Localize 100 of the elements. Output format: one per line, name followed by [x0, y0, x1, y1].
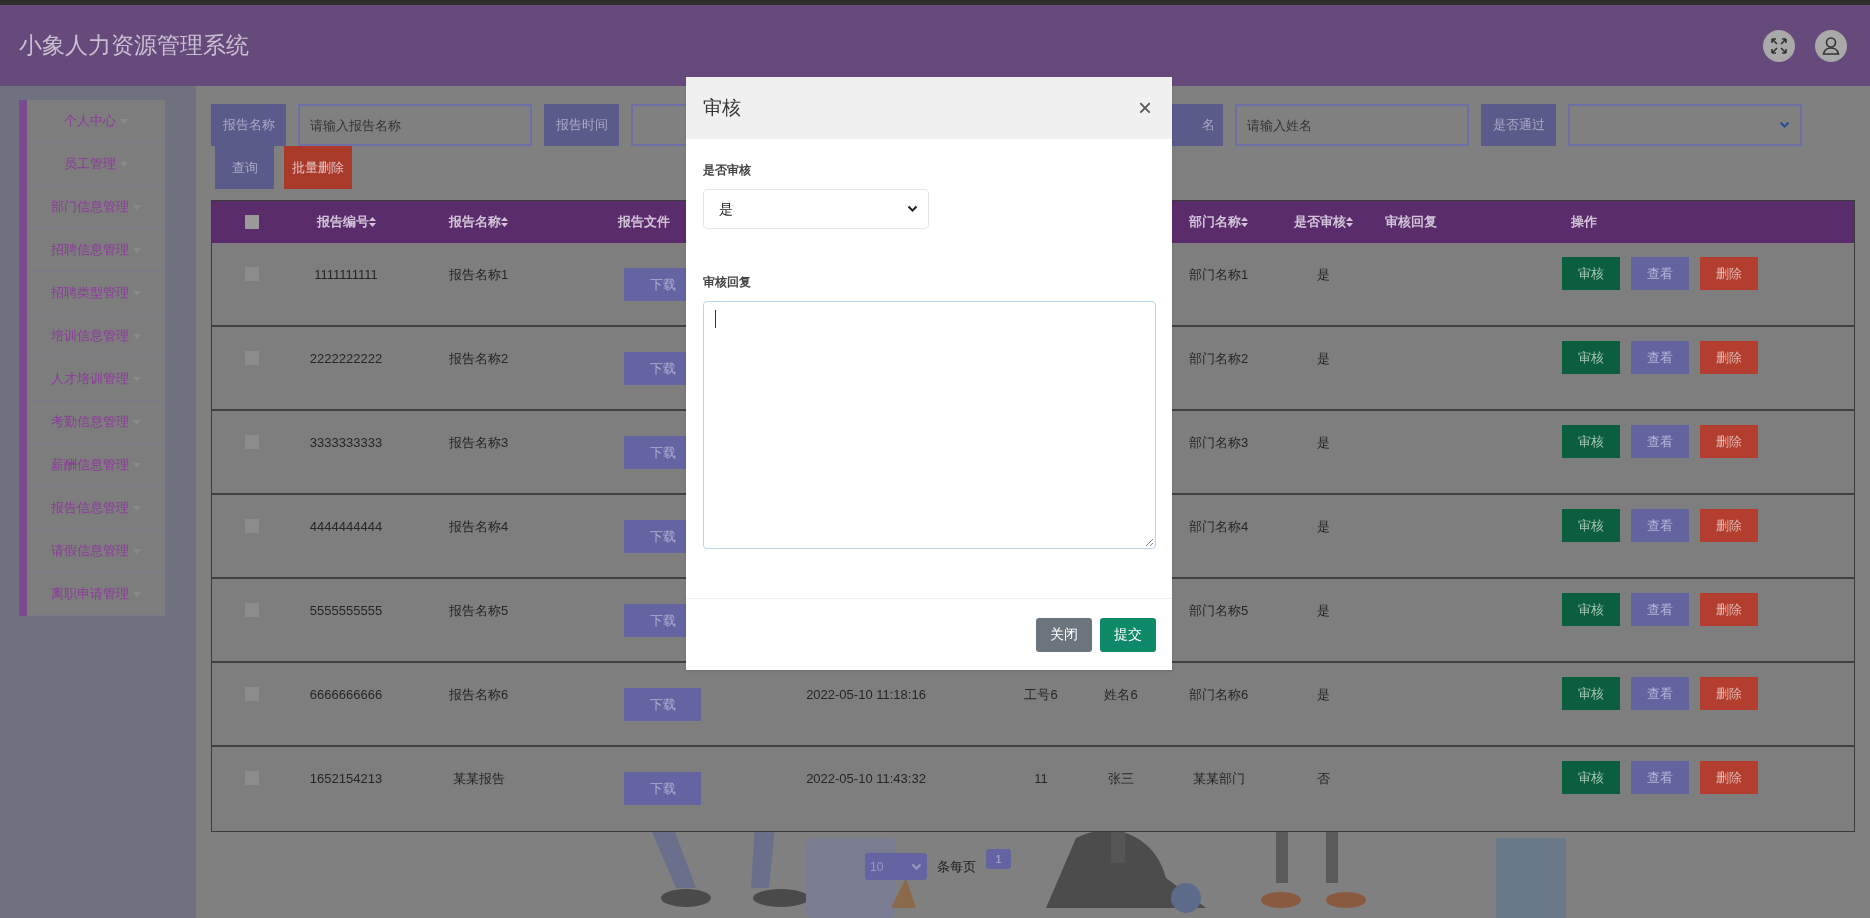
table-cell-text: 部门名称3: [1188, 434, 1249, 452]
select-field[interactable]: 是: [703, 189, 929, 229]
review-button[interactable]: 审核: [1562, 677, 1620, 710]
close-button[interactable]: 关闭: [1036, 617, 1092, 652]
submit-button[interactable]: 提交: [1100, 617, 1156, 652]
chevron-down-icon: [907, 205, 918, 213]
table-cell-text: 4444444444: [309, 518, 383, 536]
table-cell-text: 报告名称1: [448, 266, 509, 284]
view-button[interactable]: 查看: [1631, 341, 1689, 374]
fullscreen-icon[interactable]: [1763, 29, 1795, 62]
field-label: 是否审核: [703, 162, 752, 179]
table-cell-text: 3333333333: [309, 434, 383, 452]
sidebar-item[interactable]: 招聘信息管理: [27, 229, 165, 272]
column-header[interactable]: 部门名称: [1189, 212, 1248, 232]
table-cell-text: 是: [1317, 350, 1330, 368]
field-label: 是否通过: [1481, 104, 1556, 146]
review-button[interactable]: 审核: [1562, 509, 1620, 542]
column-header[interactable]: 报告编号: [316, 212, 376, 232]
table-cell-text: 是: [1317, 266, 1330, 284]
field-label: 报告名称: [211, 104, 286, 146]
text-input[interactable]: 请输入报告名称: [298, 104, 532, 146]
table-cell-text: 部门名称1: [1188, 266, 1249, 284]
column-header: 报告文件: [617, 213, 670, 232]
table-cell-text: 11: [1034, 770, 1048, 788]
table-cell-text: 报告名称4: [448, 518, 509, 536]
review-button[interactable]: 审核: [1562, 761, 1620, 794]
sidebar-item[interactable]: 招聘类型管理: [27, 272, 165, 315]
view-button[interactable]: 查看: [1631, 761, 1689, 794]
app-title: 小象人力资源管理系统: [19, 31, 249, 61]
field-label: 审核回复: [703, 274, 752, 291]
delete-button[interactable]: 删除: [1700, 509, 1758, 542]
table-cell-text: 是: [1317, 602, 1330, 620]
table-cell-text: 报告名称6: [448, 686, 509, 704]
table-cell-text: 2022-05-10 11:18:16: [806, 686, 926, 704]
delete-button[interactable]: 删除: [1700, 593, 1758, 626]
sidebar-item[interactable]: 员工管理: [27, 143, 165, 186]
user-icon[interactable]: [1815, 29, 1847, 62]
table-cell-text: 部门名称6: [1188, 686, 1249, 704]
table-cell-text: 是: [1317, 434, 1330, 452]
sidebar-item[interactable]: 请假信息管理: [27, 530, 165, 573]
review-button[interactable]: 审核: [1562, 425, 1620, 458]
table-cell-text: 报告名称3: [448, 434, 509, 452]
sort-icon[interactable]: [1346, 217, 1353, 227]
page-button[interactable]: 1: [986, 849, 1011, 869]
column-header[interactable]: 报告名称: [449, 212, 508, 232]
table-cell-text: 报告名称2: [448, 350, 509, 368]
table-cell-text: 6666666666: [309, 686, 383, 704]
review-button[interactable]: 审核: [1562, 341, 1620, 374]
sidebar-item[interactable]: 报告信息管理: [27, 487, 165, 530]
delete-button[interactable]: 删除: [1700, 425, 1758, 458]
view-button[interactable]: 查看: [1631, 257, 1689, 290]
delete-button[interactable]: 删除: [1700, 257, 1758, 290]
delete-button[interactable]: 删除: [1700, 341, 1758, 374]
table-cell-text: 5555555555: [309, 602, 383, 620]
table-cell-text: 是: [1317, 686, 1330, 704]
table-cell-text: 报告名称5: [448, 602, 509, 620]
table-cell-text: 1111111111: [314, 266, 378, 284]
search-button[interactable]: 查询: [215, 146, 274, 189]
view-button[interactable]: 查看: [1631, 509, 1689, 542]
sidebar-item[interactable]: 考勤信息管理: [27, 401, 165, 444]
sidebar-item[interactable]: 培训信息管理: [27, 315, 165, 358]
review-button[interactable]: 审核: [1562, 593, 1620, 626]
chevron-down-icon: [1779, 121, 1790, 129]
review-button[interactable]: 审核: [1562, 257, 1620, 290]
table-cell-text: 2022-05-10 11:43:32: [806, 770, 926, 788]
delete-button[interactable]: 删除: [1700, 761, 1758, 794]
field-label: 报告时间: [544, 104, 619, 146]
batch-delete-button[interactable]: 批量删除: [284, 146, 352, 189]
download-button[interactable]: 下载: [624, 688, 701, 721]
table-cell-text: 某某部门: [1192, 770, 1245, 788]
select-field[interactable]: [1568, 104, 1802, 146]
sort-icon[interactable]: [1241, 217, 1248, 227]
chevron-down-icon: [911, 862, 922, 871]
table-cell-text: 部门名称5: [1188, 602, 1249, 620]
sidebar-item[interactable]: 人才培训管理: [27, 358, 165, 401]
table-cell-text: 是: [1317, 518, 1330, 536]
download-button[interactable]: 下载: [624, 772, 701, 805]
resize-handle-icon[interactable]: [1145, 538, 1153, 546]
table-cell-text: 姓名6: [1104, 686, 1138, 704]
column-header: 操作: [1571, 213, 1597, 232]
sort-icon[interactable]: [368, 217, 376, 227]
table-cell-text: 部门名称4: [1188, 518, 1249, 536]
sidebar-item[interactable]: 薪酬信息管理: [27, 444, 165, 487]
text-input[interactable]: 请输入姓名: [1235, 104, 1469, 146]
sort-icon[interactable]: [501, 217, 508, 227]
delete-button[interactable]: 删除: [1700, 677, 1758, 710]
column-header: 审核回复: [1385, 213, 1437, 232]
column-header[interactable]: 是否审核: [1294, 212, 1353, 232]
table-cell-text: 某某报告: [452, 770, 505, 788]
view-button[interactable]: 查看: [1631, 425, 1689, 458]
checkbox[interactable]: [244, 215, 259, 229]
table-cell-text: 张三: [1108, 770, 1134, 788]
dialog-title: 审核: [703, 95, 741, 120]
table-cell-text: 2222222222: [309, 350, 383, 368]
sidebar-item[interactable]: 个人中心: [27, 100, 165, 143]
sidebar-item[interactable]: 离职申请管理: [27, 573, 165, 616]
table-cell-text: 1652154213: [309, 770, 383, 788]
per-page-label: 条每页: [937, 857, 976, 876]
view-button[interactable]: 查看: [1631, 593, 1689, 626]
view-button[interactable]: 查看: [1631, 677, 1689, 710]
